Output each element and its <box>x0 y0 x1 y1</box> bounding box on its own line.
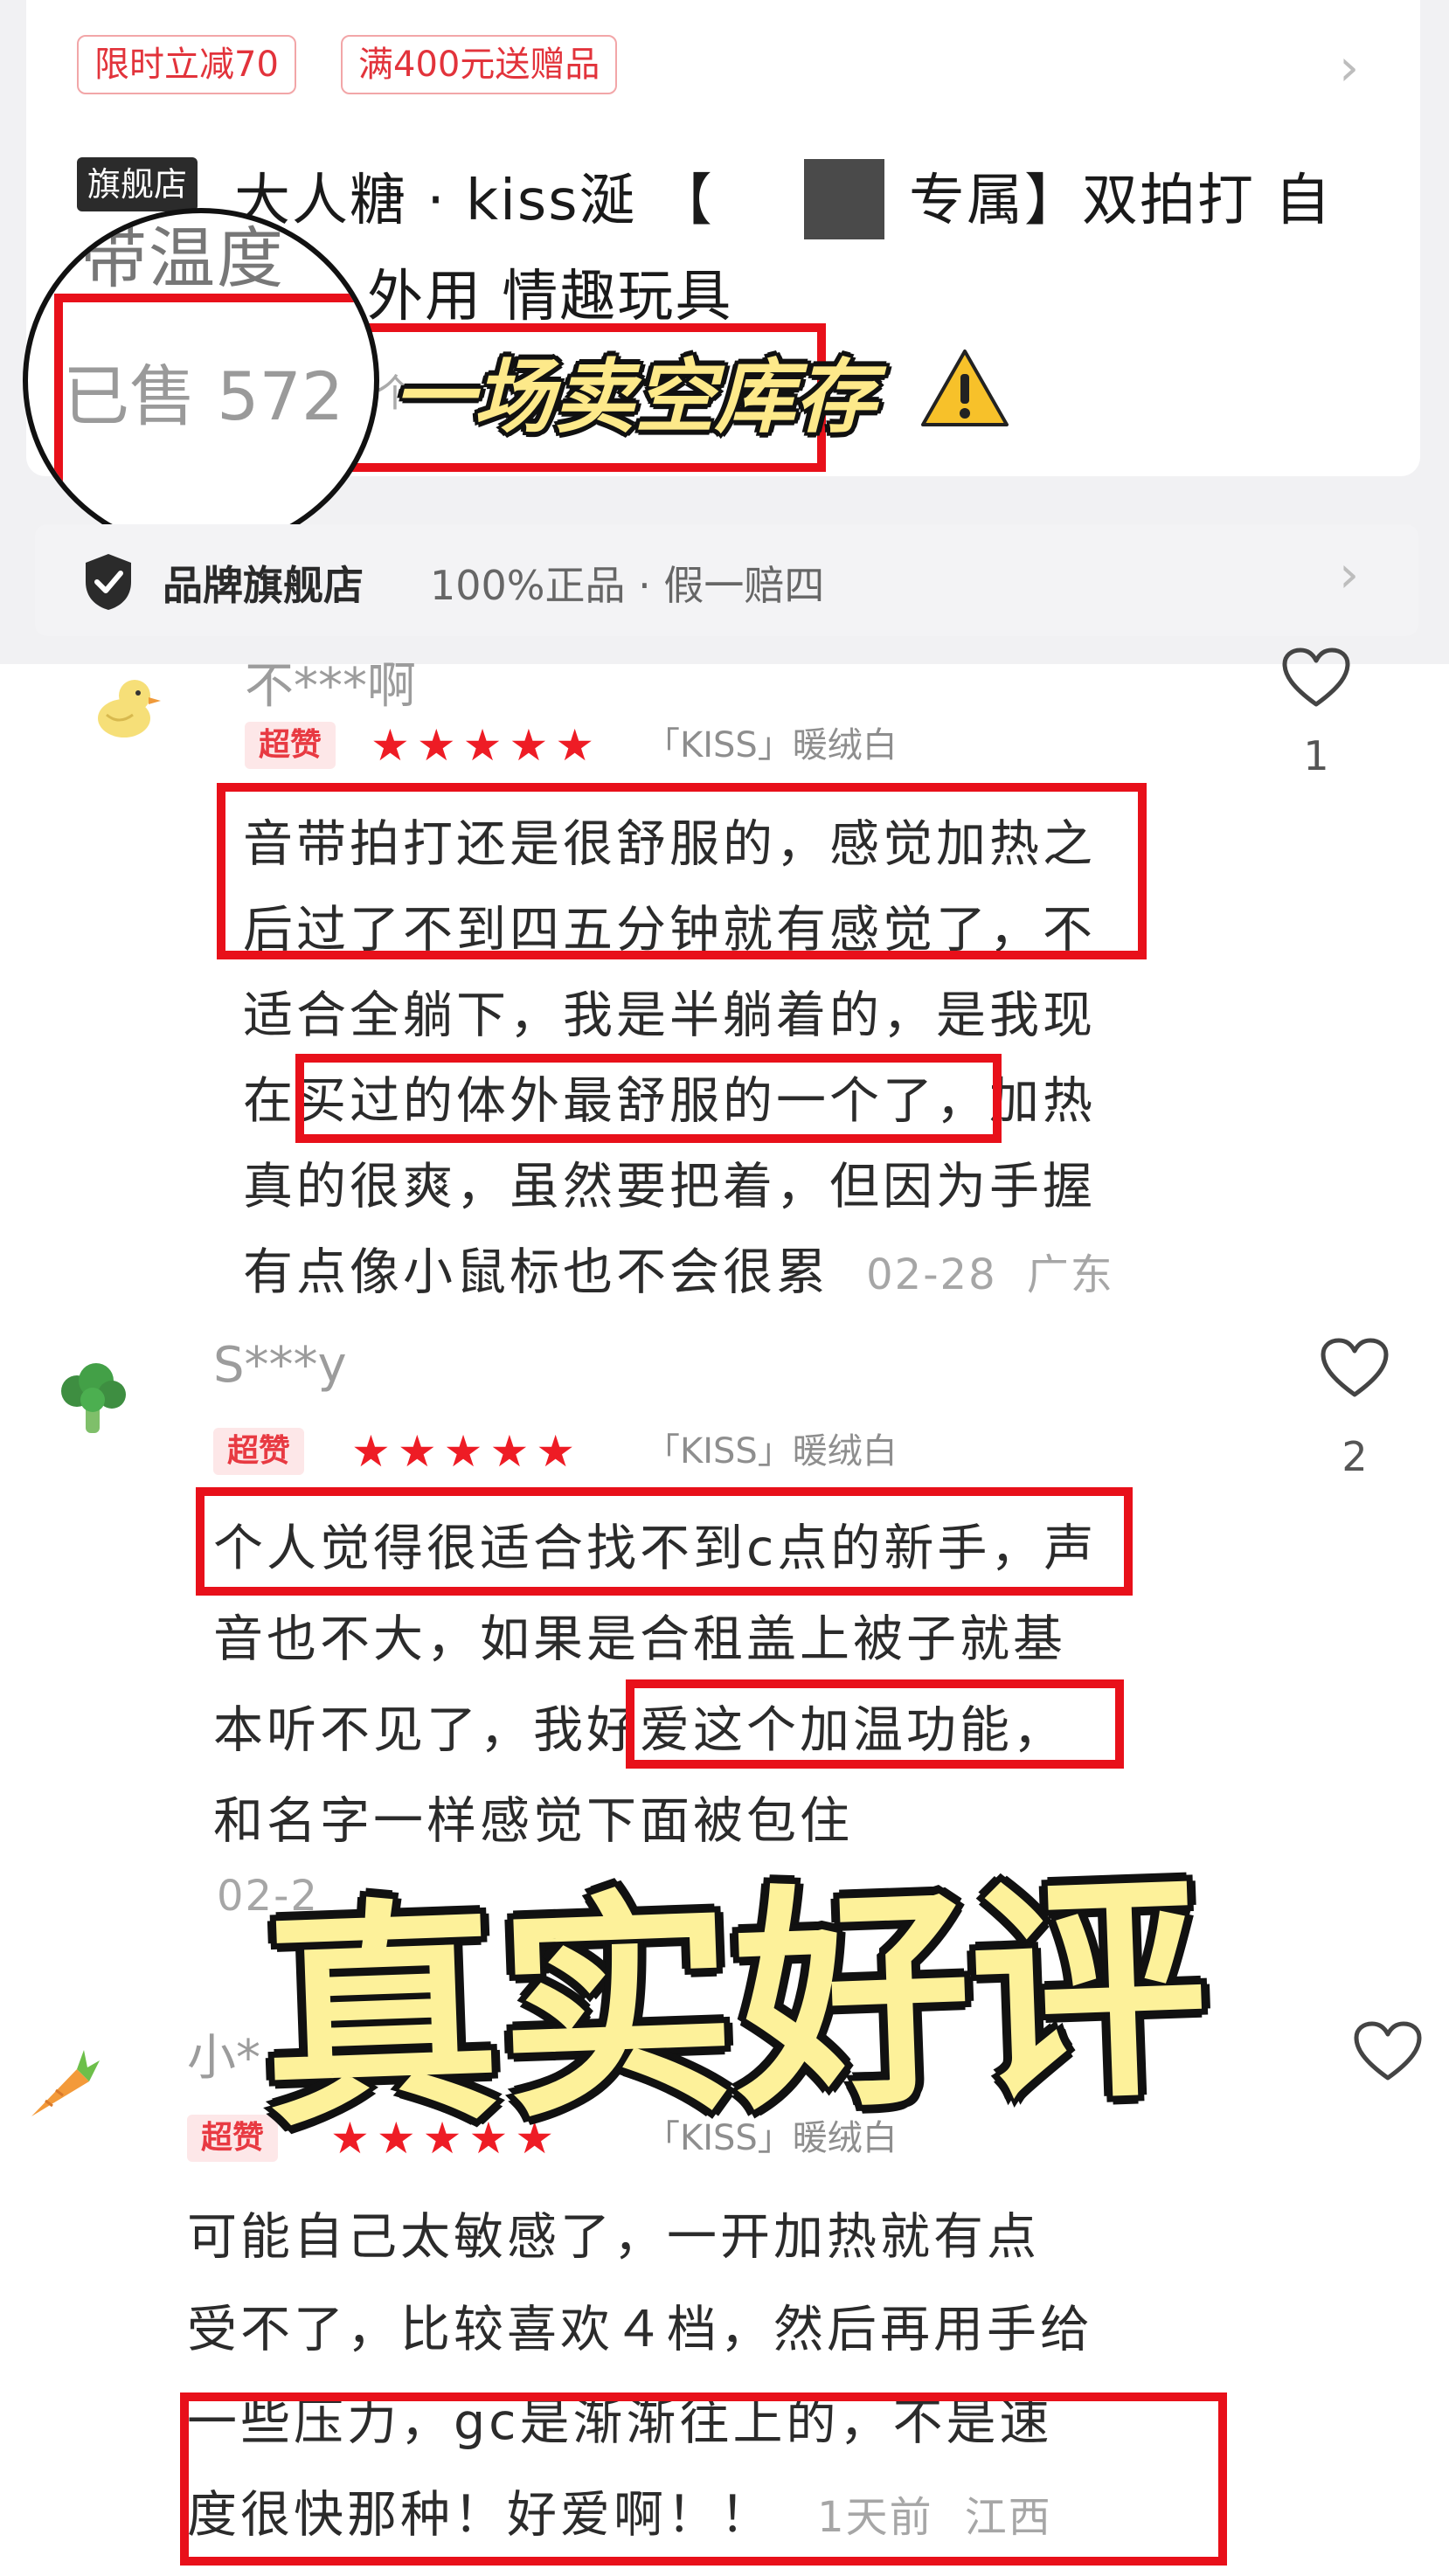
warning-icon <box>921 350 1009 426</box>
review-text-line: 受不了，比较喜欢４档，然后再用手给 <box>187 2301 1093 2358</box>
heart-like-icon[interactable] <box>1281 647 1351 710</box>
review-username[interactable]: S***y <box>213 1337 347 1394</box>
review-username[interactable]: 不***啊 <box>245 647 416 717</box>
review-location: 广东 <box>1026 1250 1114 1299</box>
review-variant: 「KISS」暖绒白 <box>645 1431 898 1472</box>
redaction-block <box>804 159 884 239</box>
review-text-last: 有点像小鼠标也不会很累 <box>243 1243 829 1301</box>
guarantee-text: 100%正品 · 假一赔四 <box>430 562 825 609</box>
review-variant: 「KISS」暖绒白 <box>645 725 898 765</box>
magnified-title-fragment: 带温度 <box>80 219 285 297</box>
review-text-line: 适合全躺下，我是半躺着的，是我现 <box>243 987 1096 1044</box>
chevron-right-icon[interactable]: › <box>1339 42 1359 93</box>
highlight-box <box>217 783 1147 959</box>
highlight-box <box>295 1054 1002 1143</box>
avatar-broccoli-icon[interactable] <box>51 1356 135 1440</box>
review-text-line: 有点像小鼠标也不会很累 02-28 广东 <box>243 1232 1114 1304</box>
review-text-line: 真的很爽，虽然要把着，但因为手握 <box>243 1158 1096 1215</box>
promo-tag-discount[interactable]: 限时立减70 <box>77 35 296 94</box>
review-text-line: 音也不大，如果是合租盖上被子就基 <box>213 1610 1066 1668</box>
promo-tag-gift[interactable]: 满400元送赠品 <box>341 35 618 94</box>
review-badge: 超赞 <box>187 2115 278 2162</box>
highlight-box <box>180 2392 1227 2566</box>
review-badge: 超赞 <box>245 722 336 769</box>
sold-count: 已售 572 <box>63 357 344 435</box>
highlight-box <box>196 1487 1133 1596</box>
review-username-start: 小* <box>187 2030 260 2087</box>
shield-check-icon <box>86 554 131 610</box>
star-rating: ★★★★★ <box>371 720 602 771</box>
magnifier-circle: 带温度 已售 572 <box>23 208 379 553</box>
review-date: 02-28 <box>866 1250 997 1299</box>
avatar-duck-icon[interactable] <box>84 664 168 748</box>
chevron-right-icon[interactable]: › <box>1339 549 1359 599</box>
heart-like-icon[interactable] <box>1353 2020 1423 2083</box>
guarantee-label: 品牌旗舰店 <box>163 562 364 609</box>
product-title-line1-part1: 大人糖 · kiss涎 【 <box>234 169 714 233</box>
review-text-line: 可能自己太敏感了，一开加热就有点 <box>187 2208 1040 2266</box>
like-count: 1 <box>1303 732 1329 779</box>
avatar-carrot-icon[interactable] <box>19 2041 103 2125</box>
sticker-sold-out: 一场卖空库存 <box>393 350 877 444</box>
star-rating: ★★★★★ <box>351 1426 583 1477</box>
heart-like-icon[interactable] <box>1320 1337 1390 1400</box>
review-badge: 超赞 <box>213 1428 304 1475</box>
product-title-line1-part2: 专属】双拍打 自 <box>909 169 1333 233</box>
flagship-store-badge: 旗舰店 <box>77 157 198 211</box>
overlay-title: 真实好评 <box>258 1851 1212 2159</box>
like-count: 2 <box>1342 1433 1368 1480</box>
highlight-box <box>626 1679 1124 1769</box>
product-title-line2: 外用 情趣玩具 <box>367 265 733 329</box>
review-item: 不***啊 超赞 ★★★★★ 「KISS」暖绒白 1 音带拍打还是很舒服的，感觉… <box>0 647 1449 1311</box>
